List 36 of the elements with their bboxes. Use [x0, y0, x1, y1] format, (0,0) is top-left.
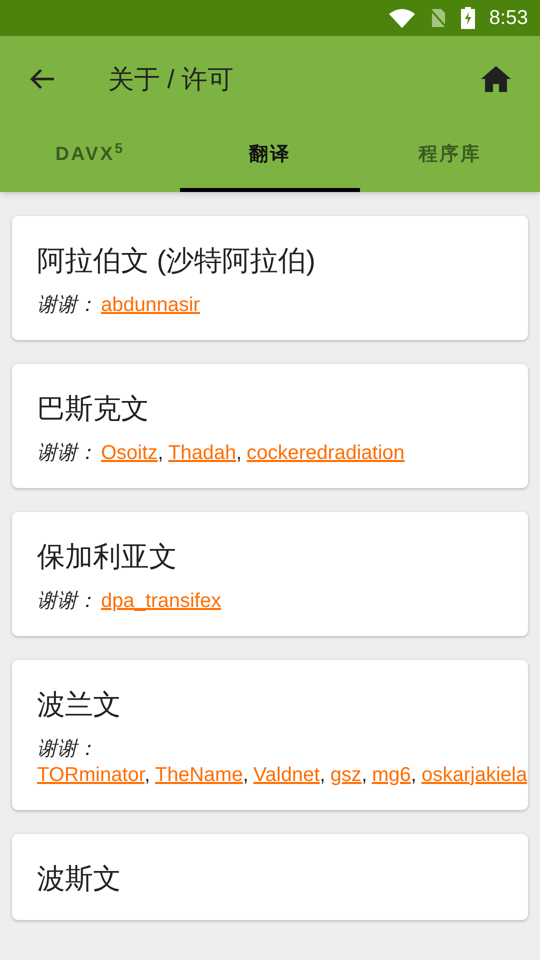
tab[interactable]: 程序库	[360, 122, 540, 192]
translator-link[interactable]: abdunnasir	[101, 294, 200, 316]
translator-link[interactable]: dpa_transifex	[101, 590, 222, 612]
translator-link[interactable]: mg6	[372, 764, 411, 786]
language-name: 阿拉伯文 (沙特阿拉伯)	[37, 244, 316, 278]
language-name: 波斯文	[37, 862, 122, 896]
translator-link[interactable]: gsz	[330, 764, 362, 786]
tab[interactable]: 翻译	[180, 122, 360, 192]
no-sim-icon	[429, 8, 448, 28]
thanks-label: 谢谢：	[37, 590, 97, 612]
separator-comma: ,	[410, 764, 416, 786]
language-name: 巴斯克文	[37, 392, 150, 426]
translator-link[interactable]: cockeredradiation	[246, 442, 405, 464]
home-button[interactable]	[480, 66, 512, 92]
language-name: 保加利亚文	[37, 540, 178, 574]
separator-comma: ,	[144, 764, 150, 786]
battery-charging-icon	[461, 7, 476, 29]
translator-link[interactable]: Osoitz	[101, 442, 158, 464]
tab[interactable]: DAVX$^{5}$	[0, 122, 180, 192]
separator-comma: ,	[361, 764, 367, 786]
translator-link[interactable]: Thadah	[168, 442, 236, 464]
translator-link[interactable]: oskarjakiela	[421, 764, 528, 786]
separator-comma: ,	[236, 442, 242, 464]
translator-link[interactable]: TORminator	[37, 764, 144, 786]
separator-comma: ,	[320, 764, 326, 786]
app-bar-title: 关于 / 许可	[108, 62, 235, 96]
language-name: 波兰文	[37, 688, 122, 722]
thanks-label: 谢谢：	[37, 442, 97, 464]
translator-link[interactable]: TheName	[155, 764, 243, 786]
thanks-label: 谢谢：	[37, 738, 97, 760]
translator-link[interactable]: Valdnet	[253, 764, 320, 786]
separator-comma: ,	[158, 442, 164, 464]
wifi-icon	[389, 8, 416, 28]
separator-comma: ,	[242, 764, 248, 786]
thanks-label: 谢谢：	[37, 294, 97, 316]
status-time: 8:53	[489, 6, 528, 31]
